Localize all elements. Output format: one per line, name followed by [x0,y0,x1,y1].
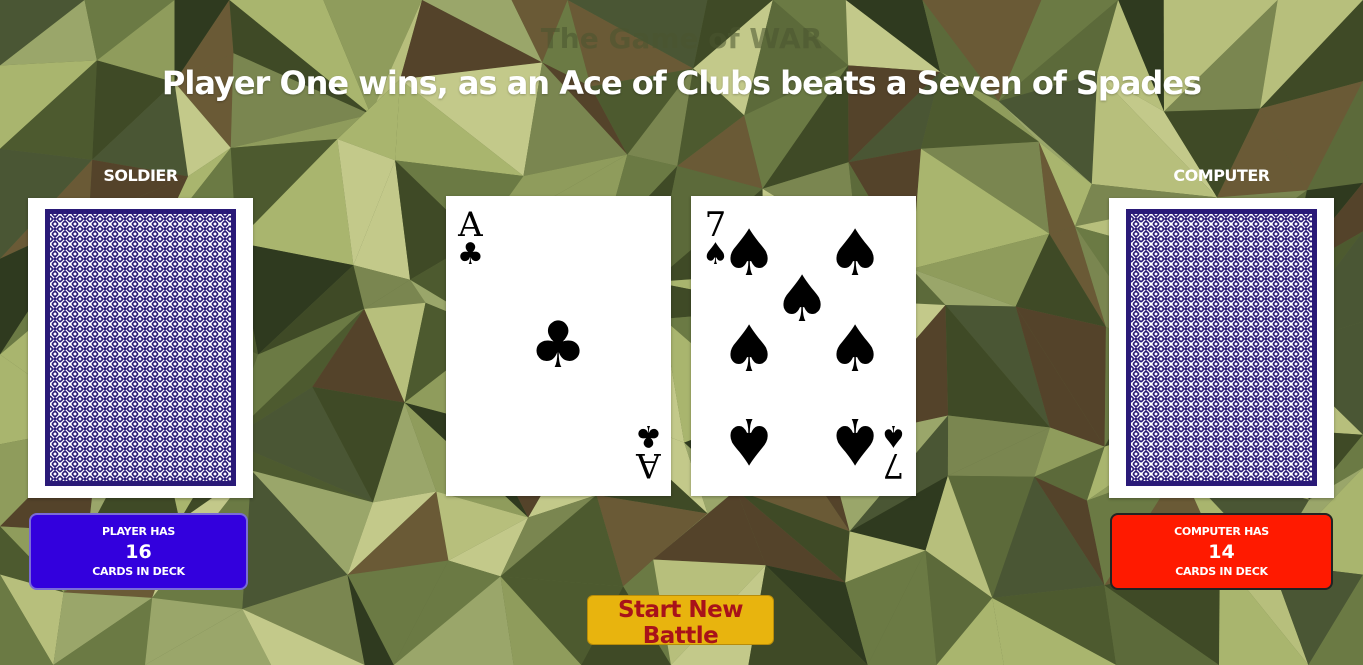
card-back [1126,209,1317,486]
card-back-pattern [1131,214,1312,481]
spade-icon: ♠ [720,403,778,477]
computer-card-count-panel: COMPUTER HAS 14 CARDS IN DECK [1110,513,1333,590]
spade-icon: ♠ [826,217,884,291]
start-new-battle-button[interactable]: Start New Battle [587,595,774,649]
computer-counter-line1: COMPUTER HAS [1174,525,1269,538]
club-icon: ♣ [457,237,484,272]
club-icon: ♣ [529,309,587,383]
club-icon: ♣ [635,418,662,453]
spade-icon: ♠ [773,263,831,337]
computer-card-count: 14 [1208,541,1235,563]
player-counter-line1: PLAYER HAS [102,525,175,538]
player-counter-line2: CARDS IN DECK [92,565,185,578]
player-label: SOLDIER [103,166,178,185]
computer-counter-line2: CARDS IN DECK [1175,565,1268,578]
player-played-card: A ♣ ♣ A ♣ [446,196,671,496]
spade-icon: ♠ [880,418,907,453]
player-card-count: 16 [125,541,152,563]
card-corner-bottom: 7 ♠ [880,418,907,485]
card-rank: 7 [882,445,905,485]
player-deck[interactable] [28,198,253,498]
card-rank: A [636,445,661,485]
card-back [45,209,236,486]
computer-played-card: 7 ♠ ♠ ♠ ♠ ♠ ♠ ♠ ♠ 7 ♠ [691,196,916,496]
spade-icon: ♠ [826,313,884,387]
card-corner-bottom: A ♣ [635,418,662,485]
card-corner-top: A ♣ [457,208,484,270]
card-back-pattern [50,214,231,481]
game-title: The Game of WAR [540,22,823,55]
spade-icon: ♠ [826,403,884,477]
computer-label: COMPUTER [1173,166,1270,185]
player-card-count-panel: PLAYER HAS 16 CARDS IN DECK [29,513,248,590]
spade-icon: ♠ [720,217,778,291]
spade-icon: ♠ [720,313,778,387]
computer-deck [1109,198,1334,498]
battle-result-message: Player One wins, as an Ace of Clubs beat… [161,64,1202,102]
